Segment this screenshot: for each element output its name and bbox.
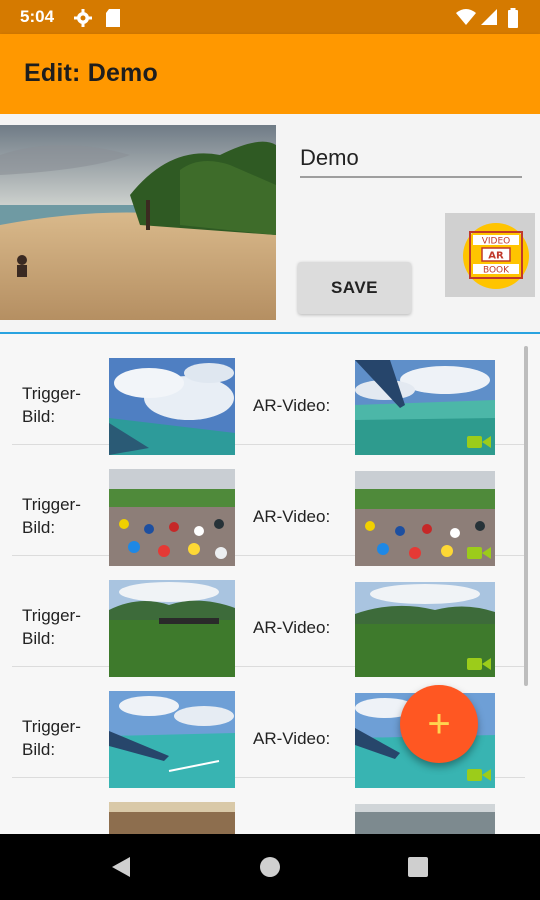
home-icon[interactable] — [259, 856, 281, 878]
logo-text-book: BOOK — [483, 266, 510, 276]
list-item[interactable] — [12, 778, 525, 834]
book-name-input[interactable] — [300, 140, 522, 178]
trigger-image[interactable] — [109, 580, 235, 677]
add-page-button[interactable]: + — [400, 685, 478, 763]
sd-card-icon — [106, 9, 120, 27]
signal-icon — [481, 9, 497, 25]
ar-video-thumbnail[interactable] — [355, 471, 495, 566]
recents-icon[interactable] — [408, 857, 428, 877]
list-item[interactable]: Trigger- Bild: AR-Video: — [12, 556, 525, 677]
trigger-image[interactable] — [109, 358, 235, 455]
logo-text-video: VIDEO — [482, 237, 511, 247]
trigger-image[interactable] — [109, 802, 235, 834]
ar-video-thumbnail[interactable] — [355, 360, 495, 455]
trigger-image[interactable] — [109, 469, 235, 566]
save-button[interactable]: SAVE — [298, 262, 411, 314]
trigger-image[interactable] — [109, 691, 235, 788]
ar-video-thumbnail[interactable] — [355, 804, 495, 834]
page-title: Edit: Demo — [24, 59, 158, 87]
ar-video-label: AR-Video: — [253, 729, 331, 748]
page-list[interactable]: Trigger- Bild: AR-Video: Trigger- Bild: … — [0, 334, 540, 834]
cover-image[interactable] — [0, 125, 276, 320]
battery-icon — [508, 8, 518, 28]
settings-icon — [74, 9, 92, 27]
ar-video-label: AR-Video: — [253, 507, 331, 526]
list-item[interactable]: Trigger- Bild: AR-Video: — [12, 334, 525, 455]
back-icon[interactable] — [110, 856, 132, 878]
trigger-label: Trigger- Bild: — [22, 717, 81, 759]
trigger-label: Trigger- Bild: — [22, 495, 81, 537]
wifi-icon — [456, 9, 476, 25]
navigation-bar — [0, 834, 540, 900]
ar-video-book-logo-button[interactable]: VIDEO AR BOOK — [445, 213, 535, 297]
list-item[interactable]: Trigger- Bild: AR-Video: — [12, 445, 525, 566]
trigger-label: Trigger- Bild: — [22, 384, 81, 426]
trigger-label: Trigger- Bild: — [22, 606, 81, 648]
ar-video-label: AR-Video: — [253, 618, 331, 637]
ar-video-thumbnail[interactable] — [355, 582, 495, 677]
status-bar: 5:04 — [0, 0, 540, 34]
ar-video-label: AR-Video: — [253, 396, 331, 415]
list-scrollbar[interactable] — [524, 346, 528, 686]
logo-text-ar: AR — [488, 251, 504, 262]
ar-video-book-logo-icon: VIDEO AR BOOK — [463, 223, 529, 289]
app-bar: Edit: Demo — [0, 34, 540, 114]
status-time: 5:04 — [20, 7, 55, 26]
